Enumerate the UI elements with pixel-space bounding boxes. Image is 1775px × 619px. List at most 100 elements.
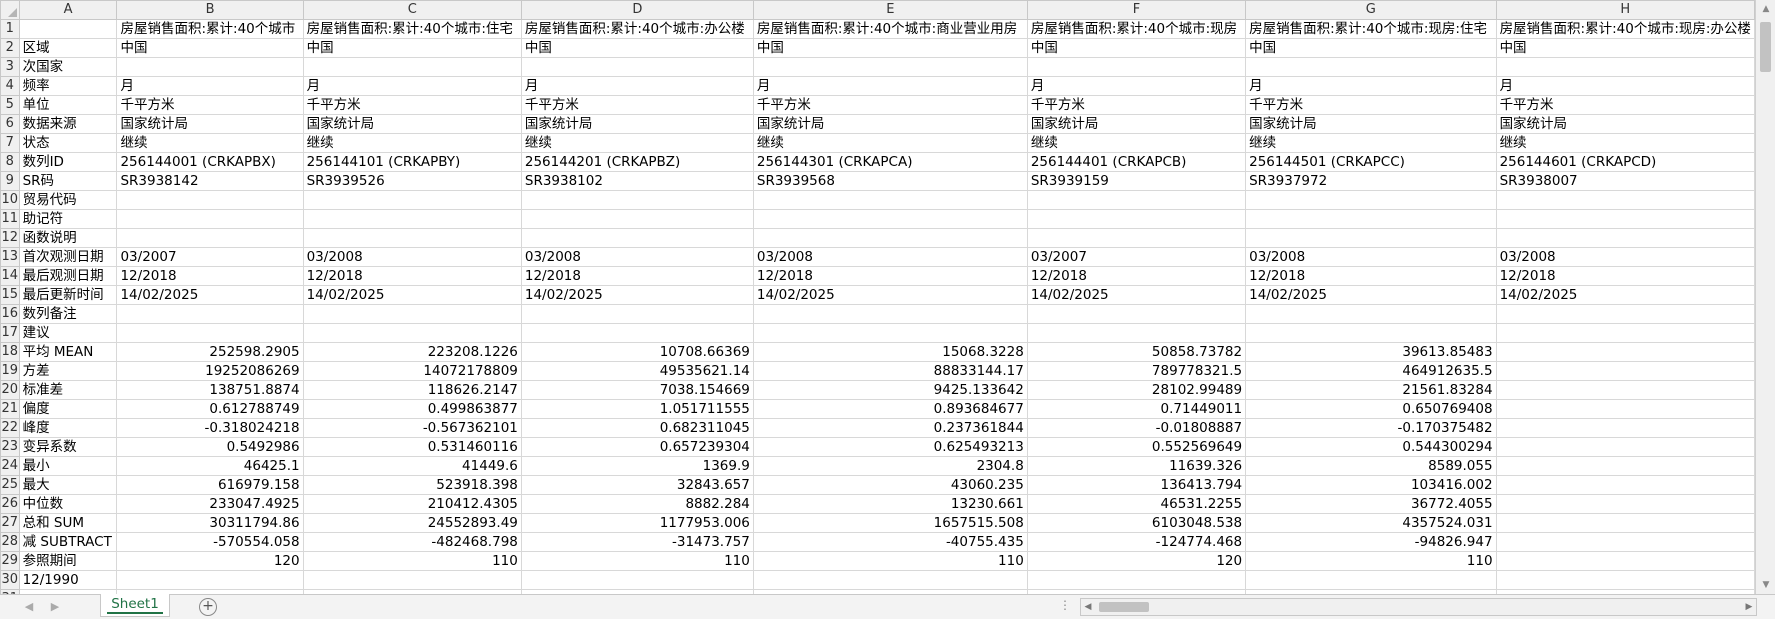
cell-h13[interactable]: 03/2008 <box>1495 247 1755 267</box>
cell-d10[interactable] <box>520 190 754 210</box>
cell-a16[interactable]: 数列备注 <box>18 304 118 324</box>
row-header[interactable]: 19 <box>0 361 20 381</box>
cell-h1[interactable]: 房屋销售面积:累计:40个城市:现房:办公楼 <box>1495 19 1755 39</box>
cell-g19[interactable]: 464912635.5 <box>1245 361 1497 381</box>
cell-d13[interactable]: 03/2008 <box>520 247 754 267</box>
scroll-left-icon[interactable]: ◀ <box>1081 599 1095 615</box>
cell-d30[interactable] <box>520 570 754 590</box>
cell-a13[interactable]: 首次观测日期 <box>18 247 118 267</box>
cell-d29[interactable]: 110 <box>520 551 754 571</box>
cell-f10[interactable] <box>1026 190 1247 210</box>
row-header[interactable]: 7 <box>0 133 20 153</box>
cell-f18[interactable]: 50858.73782 <box>1026 342 1247 362</box>
cell-c15[interactable]: 14/02/2025 <box>302 285 522 305</box>
cell-g13[interactable]: 03/2008 <box>1245 247 1497 267</box>
add-sheet-icon[interactable]: + <box>199 598 217 616</box>
row-header[interactable]: 10 <box>0 190 20 210</box>
cell-g30[interactable] <box>1245 570 1497 590</box>
cell-f3[interactable] <box>1026 57 1247 77</box>
spreadsheet-grid[interactable]: ABCDEFGH 1 房屋销售面积:累计:40个城市 房屋销售面积:累计:40个城市… <box>0 0 1755 594</box>
column-header-d[interactable]: D <box>520 0 754 20</box>
cell-c27[interactable]: 24552893.49 <box>302 513 522 533</box>
cell-e22[interactable]: 0.237361844 <box>752 418 1028 438</box>
cell-c14[interactable]: 12/2018 <box>302 266 522 286</box>
cell-d14[interactable]: 12/2018 <box>520 266 754 286</box>
cell-g5[interactable]: 千平方米 <box>1245 95 1497 115</box>
cell-b3[interactable] <box>116 57 304 77</box>
cell-b12[interactable] <box>116 228 304 248</box>
cell-b30[interactable] <box>116 570 304 590</box>
row-header[interactable]: 23 <box>0 437 20 457</box>
cell-f8[interactable]: 256144401 (CRKAPCB) <box>1026 152 1247 172</box>
cell-d28[interactable]: -31473.757 <box>520 532 754 552</box>
cell-h16[interactable] <box>1495 304 1755 324</box>
cell-f24[interactable]: 11639.326 <box>1026 456 1247 476</box>
cell-e23[interactable]: 0.625493213 <box>752 437 1028 457</box>
cell-c6[interactable]: 国家统计局 <box>302 114 522 134</box>
cell-d26[interactable]: 8882.284 <box>520 494 754 514</box>
row-header[interactable]: 15 <box>0 285 20 305</box>
cell-e19[interactable]: 88833144.17 <box>752 361 1028 381</box>
cell-d6[interactable]: 国家统计局 <box>520 114 754 134</box>
cell-e26[interactable]: 13230.661 <box>752 494 1028 514</box>
cell-g26[interactable]: 36772.4055 <box>1245 494 1497 514</box>
cell-f16[interactable] <box>1026 304 1247 324</box>
vertical-scroll-thumb[interactable] <box>1760 22 1771 72</box>
cell-a29[interactable]: 参照期间 <box>18 551 118 571</box>
row-header[interactable]: 5 <box>0 95 20 115</box>
cell-e29[interactable]: 110 <box>752 551 1028 571</box>
column-header-e[interactable]: E <box>752 0 1028 20</box>
cell-a21[interactable]: 偏度 <box>18 399 118 419</box>
cell-d3[interactable] <box>520 57 754 77</box>
cell-d15[interactable]: 14/02/2025 <box>520 285 754 305</box>
cell-d21[interactable]: 1.051711555 <box>520 399 754 419</box>
horizontal-scroll-thumb[interactable] <box>1099 602 1149 612</box>
cell-g16[interactable] <box>1245 304 1497 324</box>
cell-h17[interactable] <box>1495 323 1755 343</box>
cell-d7[interactable]: 继续 <box>520 133 754 153</box>
cell-c23[interactable]: 0.531460116 <box>302 437 522 457</box>
cell-b23[interactable]: 0.5492986 <box>116 437 304 457</box>
cell-h15[interactable]: 14/02/2025 <box>1495 285 1755 305</box>
cell-d25[interactable]: 32843.657 <box>520 475 754 495</box>
row-header[interactable]: 29 <box>0 551 20 571</box>
cell-g12[interactable] <box>1245 228 1497 248</box>
cell-h5[interactable]: 千平方米 <box>1495 95 1755 115</box>
row-header[interactable]: 3 <box>0 57 20 77</box>
cell-c10[interactable] <box>302 190 522 210</box>
tab-split-handle[interactable]: ⋮ <box>1059 598 1072 612</box>
cell-f2[interactable]: 中国 <box>1026 38 1247 58</box>
row-header[interactable]: 18 <box>0 342 20 362</box>
cell-d16[interactable] <box>520 304 754 324</box>
cell-b13[interactable]: 03/2007 <box>116 247 304 267</box>
row-header[interactable]: 28 <box>0 532 20 552</box>
cell-h10[interactable] <box>1495 190 1755 210</box>
cell-a11[interactable]: 助记符 <box>18 209 118 229</box>
cell-c29[interactable]: 110 <box>302 551 522 571</box>
cell-e3[interactable] <box>752 57 1028 77</box>
cell-a27[interactable]: 总和 SUM <box>18 513 118 533</box>
row-header[interactable]: 13 <box>0 247 20 267</box>
cell-b1[interactable]: 房屋销售面积:累计:40个城市 <box>116 19 304 39</box>
row-header[interactable]: 27 <box>0 513 20 533</box>
cell-h22[interactable] <box>1495 418 1755 438</box>
cell-c16[interactable] <box>302 304 522 324</box>
cell-h7[interactable]: 继续 <box>1495 133 1755 153</box>
cell-e6[interactable]: 国家统计局 <box>752 114 1028 134</box>
cell-d18[interactable]: 10708.66369 <box>520 342 754 362</box>
cell-f7[interactable]: 继续 <box>1026 133 1247 153</box>
cell-c11[interactable] <box>302 209 522 229</box>
cell-e24[interactable]: 2304.8 <box>752 456 1028 476</box>
column-header-b[interactable]: B <box>116 0 304 20</box>
cell-g1[interactable]: 房屋销售面积:累计:40个城市:现房:住宅 <box>1245 19 1497 39</box>
row-header[interactable]: 20 <box>0 380 20 400</box>
cell-a19[interactable]: 方差 <box>18 361 118 381</box>
cell-h28[interactable] <box>1495 532 1755 552</box>
cell-f28[interactable]: -124774.468 <box>1026 532 1247 552</box>
cell-a17[interactable]: 建议 <box>18 323 118 343</box>
cell-c4[interactable]: 月 <box>302 76 522 96</box>
cell-e25[interactable]: 43060.235 <box>752 475 1028 495</box>
cell-c5[interactable]: 千平方米 <box>302 95 522 115</box>
cell-g7[interactable]: 继续 <box>1245 133 1497 153</box>
cell-f21[interactable]: 0.71449011 <box>1026 399 1247 419</box>
